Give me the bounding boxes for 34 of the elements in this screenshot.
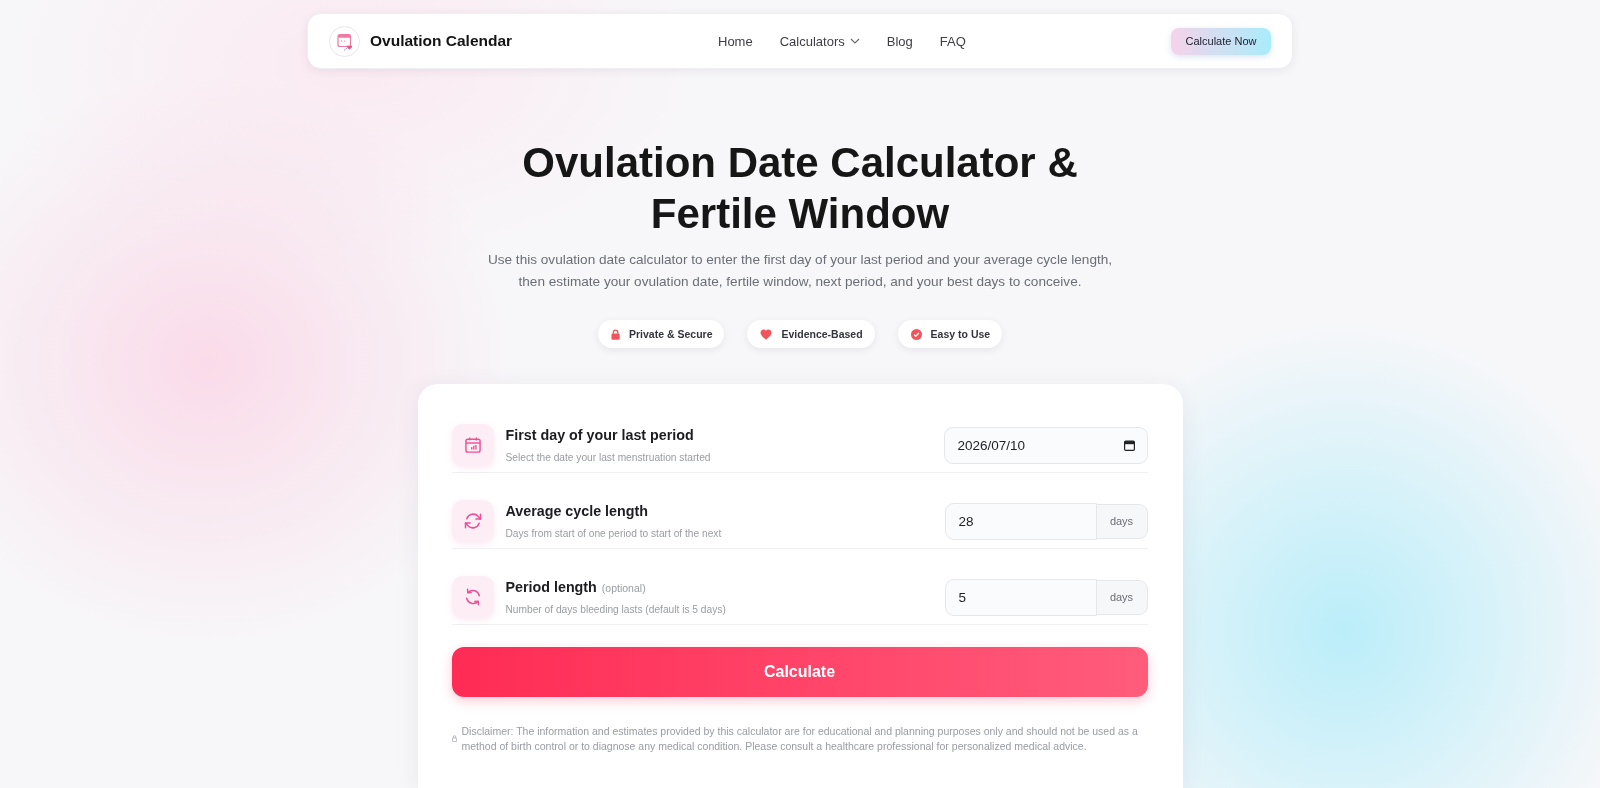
brand-name[interactable]: Ovulation Calendar (370, 32, 513, 50)
optional-note: (optional) (601, 582, 646, 594)
lock-icon (610, 328, 620, 340)
nav-link[interactable]: Blog (886, 33, 913, 49)
check-circle-icon (910, 328, 922, 340)
page-title: Ovulation Date Calculator & Fertile Window (521, 138, 1079, 239)
heart-icon (760, 328, 773, 340)
circular-arrows-icon (451, 576, 494, 618)
calendar-icon (451, 424, 494, 466)
calculate-now-button[interactable]: Calculate Now (1171, 27, 1271, 55)
field-description: Days from start of one period to start of the next (505, 527, 723, 541)
nav-dropdown[interactable]: Calculators (779, 33, 860, 49)
refresh-icon (451, 500, 494, 542)
field-description: Select the date your last menstruation started (505, 451, 712, 465)
field-description: Number of days bleeding lasts (default is 5 days) (505, 603, 727, 617)
feature-badge: Private & Secure (597, 320, 725, 348)
number-field[interactable]: 5 (944, 578, 1097, 616)
chevron-down-icon[interactable] (849, 38, 860, 44)
unit-label: days (1096, 503, 1148, 539)
field-label: Period length (505, 578, 597, 597)
nav-link[interactable]: FAQ (939, 33, 966, 49)
feature-badge: Evidence-Based (747, 320, 875, 348)
feature-badge: Easy to Use (897, 320, 1003, 348)
field-label: First day of your last period (505, 426, 694, 445)
calendar-icon[interactable] (1123, 439, 1135, 451)
disclaimer-text: Disclaimer: The information and estimates provided by this calculator are for educational and planning purposes only and should not be used as a method of birth control or to diagnose any medical condition. Please consult a healthcare professional for personalized medical advice. (461, 724, 1139, 753)
page-subtitle: Use this ovulation date calculator to enter the first day of your last period and your average cycle length, then estimate your ovulation date, fertile window, next period, and your best days to conceive. (486, 251, 1114, 291)
number-field[interactable]: 28 (944, 502, 1097, 540)
date-field[interactable]: 2026/07/10 (943, 426, 1148, 464)
nav-link[interactable]: Home (718, 33, 753, 49)
unit-label: days (1096, 579, 1148, 615)
lock-icon (451, 735, 457, 742)
field-label: Average cycle length (505, 502, 648, 521)
calendar-logo-icon[interactable] (329, 25, 360, 57)
